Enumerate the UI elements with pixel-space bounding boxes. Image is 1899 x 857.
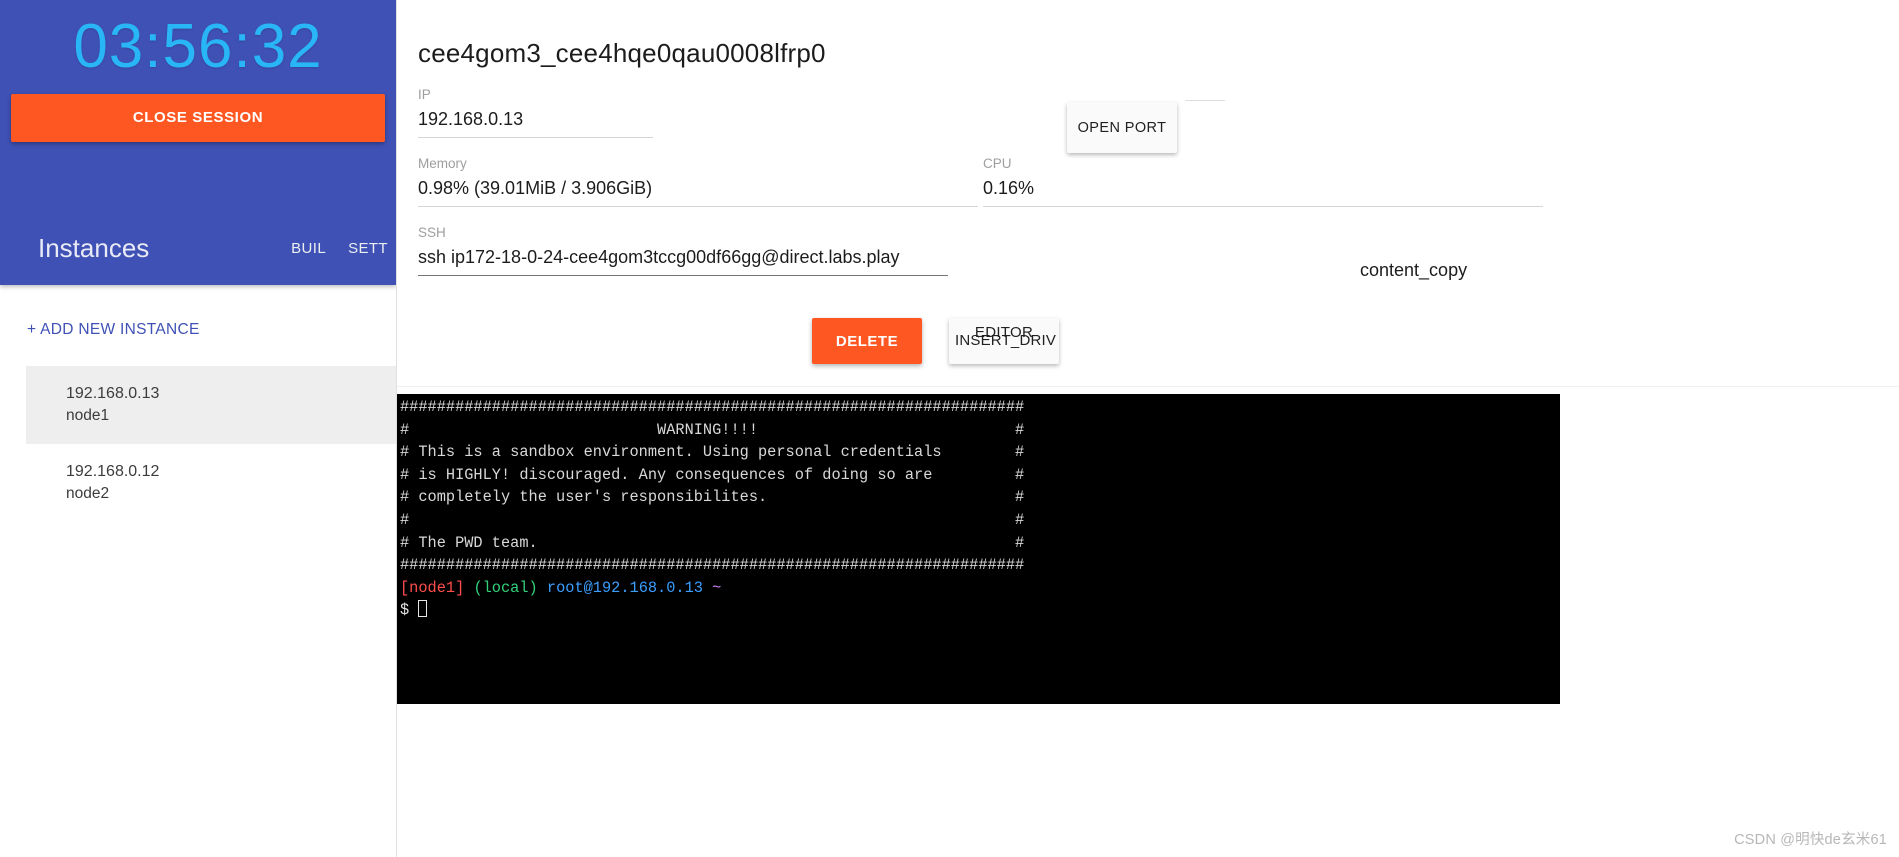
terminal-line: # This is a sandbox environment. Using p… [400,443,1025,462]
instance-list-item-node2[interactable]: 192.168.0.12 node2 [26,444,396,522]
memory-value: 0.98% (39.01MiB / 3.906GiB) [418,173,978,207]
ssh-label: SSH [418,225,446,240]
prompt-user-host: root@192.168.0.13 [546,578,703,597]
prompt-node: [node1] [400,578,465,597]
open-port-button[interactable]: OPEN PORT [1067,102,1177,153]
insert-drive-icon-label: INSERT_DRIV [955,332,1057,349]
instance-detail-card: cee4gom3_cee4hqe0qau0008lfrp0 IP 192.168… [397,0,1899,387]
instance-ip: 192.168.0.12 [66,462,160,480]
instance-name: node1 [66,407,110,425]
terminal-line: ########################################… [400,556,1025,575]
prompt-symbol: $ [400,601,410,620]
terminal-line: # completely the user's responsibilites.… [400,488,1025,507]
instance-ip: 192.168.0.13 [66,385,160,402]
sidebar-header: 03:56:32 CLOSE SESSION Instances BUIL SE… [0,0,396,285]
watermark: CSDN @明快de玄米61 [1734,832,1887,848]
action-button-row: DELETE EDITOR INSERT_DRIV [812,318,1059,364]
memory-label: Memory [418,156,467,171]
terminal-line: ########################################… [400,398,1025,416]
close-session-button[interactable]: CLOSE SESSION [11,94,385,142]
instance-list: 192.168.0.13 node1 192.168.0.12 node2 [0,366,396,521]
ssh-value[interactable]: ssh ip172-18-0-24-cee4gom3tccg00df66gg@d… [418,242,948,276]
prompt-path: ~ [712,578,722,597]
session-timer: 03:56:32 [73,12,323,81]
port-field-divider [1185,100,1225,108]
delete-button[interactable]: DELETE [812,318,922,364]
sidebar-action-buttons: BUIL SETT [291,240,388,257]
instances-title: Instances [38,232,150,263]
main-panel: cee4gom3_cee4hqe0qau0008lfrp0 IP 192.168… [396,0,1899,857]
terminal-cursor [418,600,428,618]
settings-button[interactable]: SETT [348,240,388,257]
cpu-value: 0.16% [983,173,1543,207]
sidebar: 03:56:32 CLOSE SESSION Instances BUIL SE… [0,0,396,857]
editor-button[interactable]: EDITOR INSERT_DRIV [949,318,1059,364]
terminal-input-line[interactable]: $ [400,599,1560,622]
terminal[interactable]: ########################################… [397,394,1560,704]
prompt-scope: (local) [473,578,538,597]
content-copy-icon[interactable]: content_copy [1360,255,1467,285]
terminal-section: ########################################… [397,388,1899,857]
session-id-title: cee4gom3_cee4hqe0qau0008lfrp0 [418,38,826,68]
memory-field: Memory 0.98% (39.01MiB / 3.906GiB) [418,138,978,207]
instances-toolbar: Instances BUIL SETT [0,211,396,285]
terminal-line: # The PWD team. # [400,533,1025,552]
terminal-line: # WARNING!!!! # [400,420,1025,439]
add-new-instance-button[interactable]: + ADD NEW INSTANCE [27,321,200,339]
play-with-docker-app: 03:56:32 CLOSE SESSION Instances BUIL SE… [0,0,1899,857]
terminal-line: # # [400,510,1025,529]
instance-list-item-node1[interactable]: 192.168.0.13 node1 [26,366,396,444]
build-button[interactable]: BUIL [291,240,326,257]
instance-name: node2 [66,484,110,502]
cpu-label: CPU [983,156,1012,171]
ip-value[interactable]: 192.168.0.13 [418,104,653,138]
terminal-line: # is HIGHLY! discouraged. Any consequenc… [400,465,1025,484]
ip-label: IP [418,87,431,102]
ssh-field: SSH ssh ip172-18-0-24-cee4gom3tccg00df66… [418,207,948,276]
terminal-prompt-line: [node1] (local) root@192.168.0.13 ~ [400,577,1560,600]
ip-field: IP 192.168.0.13 [418,69,653,138]
instance-fields: IP 192.168.0.13 Memory 0.98% (39.01MiB /… [397,69,1899,276]
